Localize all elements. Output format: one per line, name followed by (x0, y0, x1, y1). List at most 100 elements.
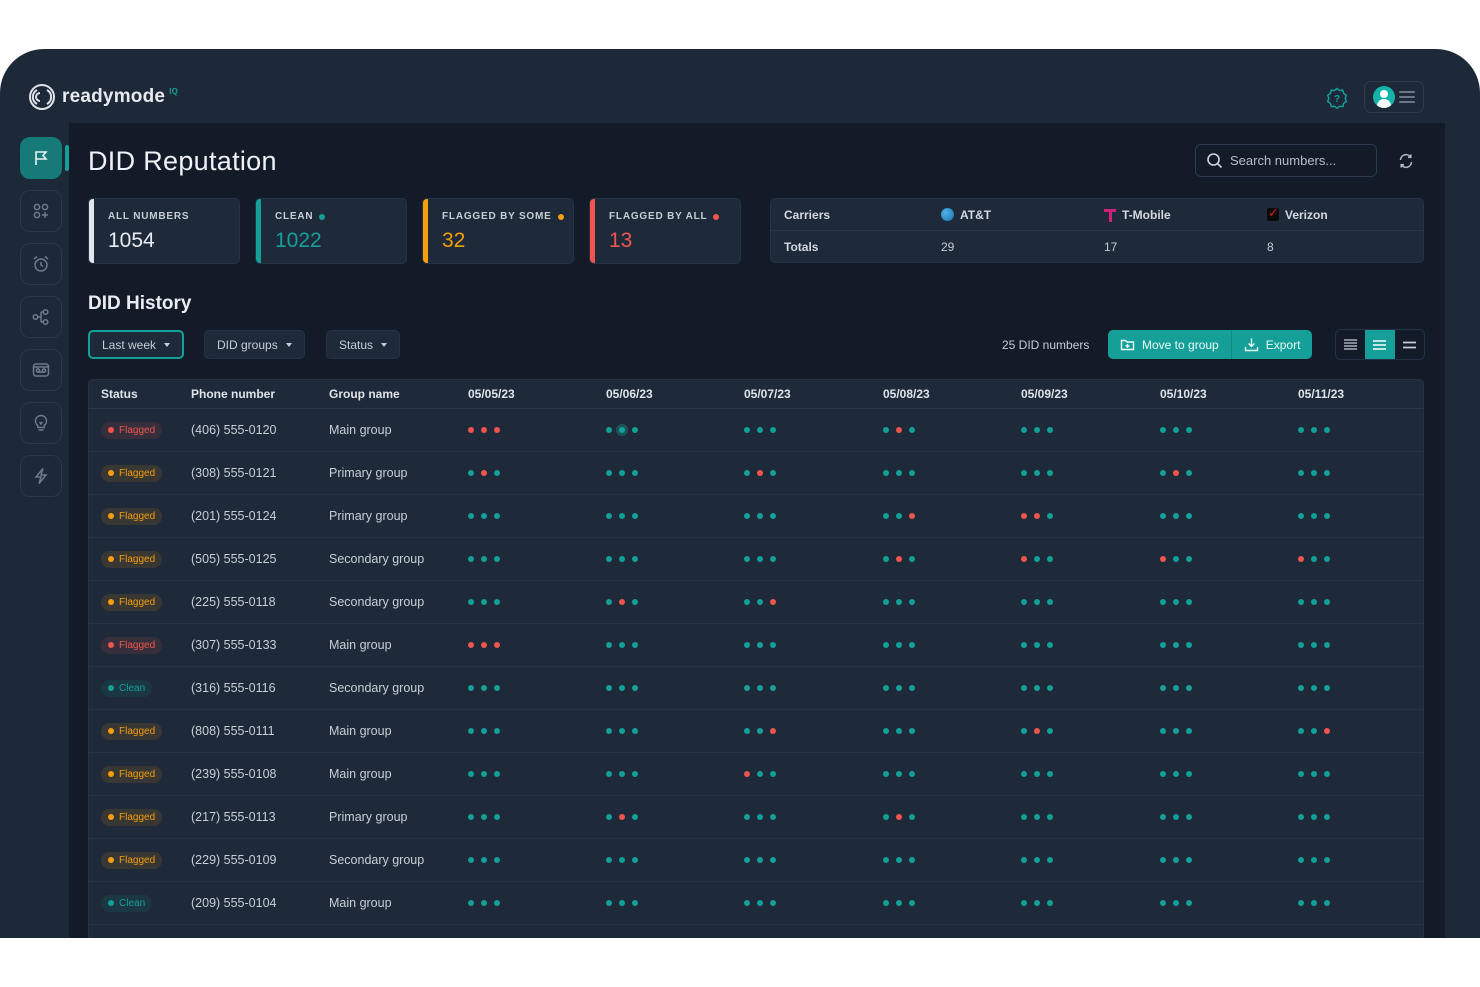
carrier-status-dot-verizon-clean[interactable] (632, 900, 638, 906)
carrier-status-dot-tmobile-clean[interactable] (1311, 599, 1317, 605)
col-header-date[interactable]: 05/11/23 (1298, 380, 1344, 408)
carrier-status-dot-tmobile-clean[interactable] (896, 513, 902, 519)
col-header-date[interactable]: 05/06/23 (606, 380, 653, 408)
carrier-status-dot-verizon-clean[interactable] (632, 728, 638, 734)
carrier-status-dot-tmobile-clean[interactable] (896, 728, 902, 734)
phone-number[interactable]: (239) 555-0108 (191, 753, 276, 795)
carrier-status-dot-verizon-clean[interactable] (1047, 900, 1053, 906)
carrier-status-dot-tmobile-clean[interactable] (481, 599, 487, 605)
carrier-status-dot-att-clean[interactable] (883, 728, 889, 734)
carrier-dots[interactable] (883, 470, 915, 476)
carrier-status-dot-verizon-clean[interactable] (494, 470, 500, 476)
carrier-dots[interactable] (606, 427, 638, 433)
carrier-status-dot-att-clean[interactable] (744, 599, 750, 605)
carrier-status-dot-verizon-clean[interactable] (1324, 642, 1330, 648)
carrier-status-dot-tmobile-flagged[interactable] (1034, 513, 1040, 519)
carrier-status-dot-att-clean[interactable] (1298, 427, 1304, 433)
carrier-status-dot-tmobile-clean[interactable] (1311, 642, 1317, 648)
carrier-dots[interactable] (468, 556, 500, 562)
carrier-status-dot-att-clean[interactable] (606, 556, 612, 562)
carrier-status-dot-att-clean[interactable] (606, 599, 612, 605)
carrier-dots[interactable] (468, 642, 500, 648)
carrier-status-dot-tmobile-flagged[interactable] (619, 599, 625, 605)
carrier-status-dot-verizon-clean[interactable] (494, 685, 500, 691)
carrier-status-dot-verizon-clean[interactable] (1324, 900, 1330, 906)
carrier-status-dot-att-clean[interactable] (883, 427, 889, 433)
sidebar-item-automations[interactable] (20, 455, 62, 497)
carrier-dots[interactable] (1160, 814, 1192, 820)
carrier-status-dot-tmobile-clean[interactable] (1034, 814, 1040, 820)
carrier-dots[interactable] (744, 814, 776, 820)
carrier-status-dot-verizon-clean[interactable] (494, 771, 500, 777)
carrier-dots[interactable] (1298, 470, 1330, 476)
carrier-status-dot-tmobile-clean[interactable] (1173, 599, 1179, 605)
carrier-status-dot-att-clean[interactable] (1160, 642, 1166, 648)
carrier-status-dot-verizon-clean[interactable] (1047, 728, 1053, 734)
carrier-status-dot-tmobile-clean[interactable] (896, 900, 902, 906)
carrier-status-dot-verizon-clean[interactable] (632, 642, 638, 648)
phone-number[interactable]: (808) 555-0111 (191, 710, 275, 752)
carrier-dots[interactable] (1021, 814, 1053, 820)
carrier-dots[interactable] (468, 513, 500, 519)
carrier-status-dot-verizon-clean[interactable] (1186, 642, 1192, 648)
carrier-status-dot-tmobile-clean[interactable] (481, 513, 487, 519)
carrier-status-dot-att-clean[interactable] (468, 728, 474, 734)
stat-card-flagged-by-some[interactable]: FLAGGED BY SOME 32 (422, 198, 574, 264)
carrier-status-dot-tmobile-clean[interactable] (1173, 513, 1179, 519)
carrier-status-dot-tmobile-clean[interactable] (896, 470, 902, 476)
carrier-status-dot-att-clean[interactable] (744, 513, 750, 519)
carrier-status-dot-verizon-clean[interactable] (1186, 470, 1192, 476)
carrier-status-dot-tmobile-clean[interactable] (481, 556, 487, 562)
carrier-status-dot-tmobile-clean[interactable] (1311, 470, 1317, 476)
carrier-dots[interactable] (606, 857, 638, 863)
carrier-status-dot-att-clean[interactable] (883, 900, 889, 906)
carrier-status-dot-att-clean[interactable] (1298, 470, 1304, 476)
carrier-status-dot-verizon-clean[interactable] (494, 814, 500, 820)
carrier-status-dot-tmobile-clean[interactable] (896, 771, 902, 777)
carrier-status-dot-att-flagged[interactable] (1298, 556, 1304, 562)
carrier-status-dot-att-flagged[interactable] (468, 642, 474, 648)
carrier-status-dot-tmobile-clean[interactable] (1034, 556, 1040, 562)
carrier-status-dot-att-clean[interactable] (1160, 599, 1166, 605)
carrier-status-dot-att-clean[interactable] (606, 470, 612, 476)
carrier-status-dot-att-clean[interactable] (1160, 513, 1166, 519)
filter-status[interactable]: Status (326, 330, 401, 359)
carrier-status-dot-tmobile-clean[interactable] (619, 427, 625, 433)
carrier-dots[interactable] (1298, 685, 1330, 691)
carrier-dots[interactable] (744, 728, 776, 734)
carrier-dots[interactable] (744, 599, 776, 605)
carrier-status-dot-att-clean[interactable] (744, 556, 750, 562)
carrier-status-dot-att-clean[interactable] (1021, 900, 1027, 906)
carrier-status-dot-att-clean[interactable] (1298, 771, 1304, 777)
carrier-status-dot-tmobile-clean[interactable] (757, 642, 763, 648)
table-row[interactable]: Flagged (201) 555-0124 Primary group (89, 495, 1423, 538)
carrier-status-dot-verizon-clean[interactable] (909, 771, 915, 777)
carrier-dots[interactable] (744, 427, 776, 433)
carrier-status-dot-verizon-flagged[interactable] (1324, 728, 1330, 734)
carrier-dots[interactable] (1021, 685, 1053, 691)
carrier-dots[interactable] (744, 685, 776, 691)
carrier-status-dot-verizon-clean[interactable] (1186, 685, 1192, 691)
brand-logo[interactable]: readymode IQ (28, 83, 178, 111)
carrier-dots[interactable] (468, 814, 500, 820)
carrier-status-dot-verizon-clean[interactable] (909, 685, 915, 691)
table-row[interactable]: Flagged (229) 555-0109 Secondary group (89, 839, 1423, 882)
user-menu[interactable] (1364, 81, 1424, 113)
carrier-dots[interactable] (1021, 599, 1053, 605)
carrier-status-dot-verizon-clean[interactable] (1186, 728, 1192, 734)
carrier-status-dot-tmobile-clean[interactable] (1173, 900, 1179, 906)
carrier-status-dot-tmobile-clean[interactable] (1034, 427, 1040, 433)
carrier-dots[interactable] (1160, 900, 1192, 906)
carrier-status-dot-verizon-flagged[interactable] (770, 599, 776, 605)
carrier-status-dot-tmobile-clean[interactable] (757, 857, 763, 863)
carrier-status-dot-tmobile-clean[interactable] (1311, 513, 1317, 519)
phone-number[interactable]: (406) 555-0120 (191, 409, 276, 451)
carrier-status-dot-tmobile-clean[interactable] (1034, 642, 1040, 648)
carrier-dots[interactable] (1298, 900, 1330, 906)
carrier-dots[interactable] (1160, 771, 1192, 777)
carrier-dots[interactable] (883, 642, 915, 648)
carrier-status-dot-verizon-clean[interactable] (770, 685, 776, 691)
carrier-status-dot-verizon-clean[interactable] (909, 857, 915, 863)
carrier-status-dot-verizon-clean[interactable] (632, 599, 638, 605)
table-row[interactable]: Flagged (505) 555-0125 Secondary group (89, 538, 1423, 581)
